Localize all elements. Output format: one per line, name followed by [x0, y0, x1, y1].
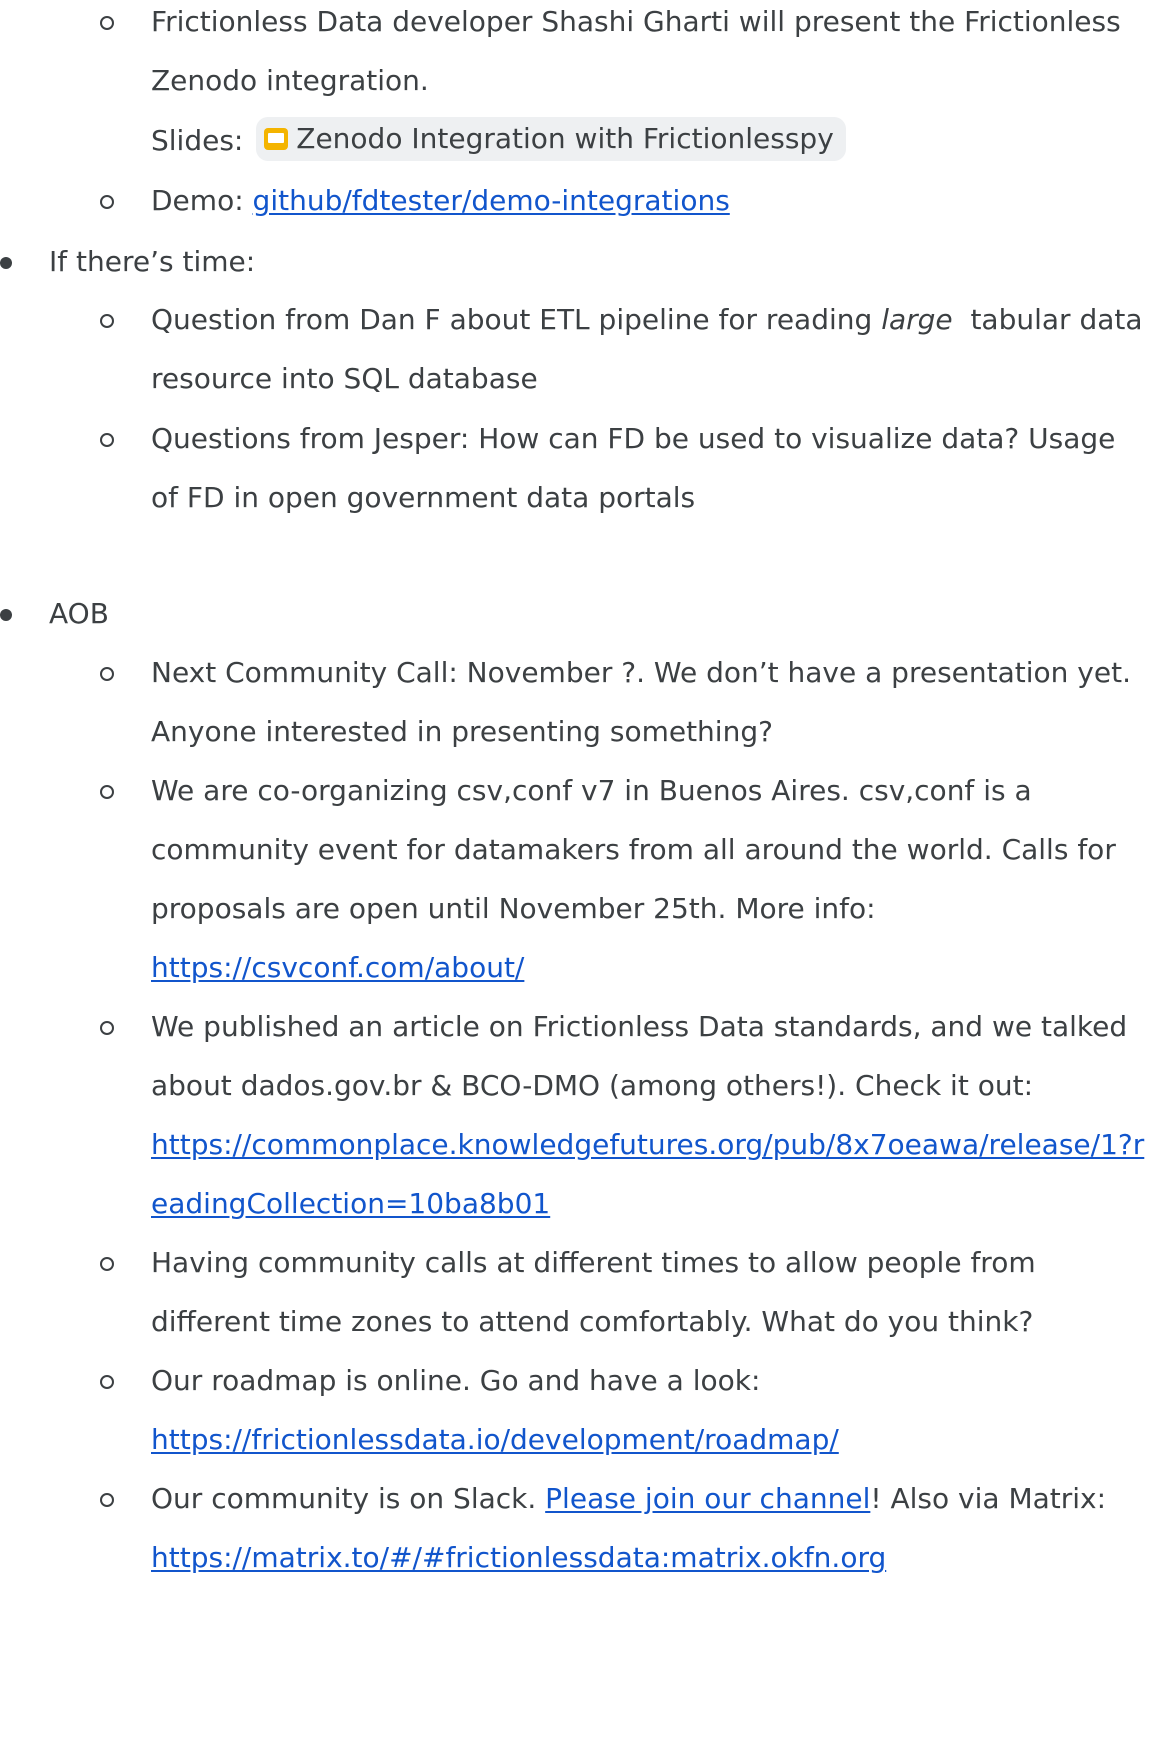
- google-slides-icon: [264, 128, 289, 150]
- slides-label: Slides:: [151, 124, 244, 157]
- list-bullet: [100, 1009, 114, 1049]
- list-item-text: eadingCollection=10ba8b01: [151, 1184, 550, 1224]
- list-item-text: different time zones to attend comfortab…: [151, 1305, 1034, 1338]
- article-link[interactable]: https://commonplace.knowledgefutures.org…: [151, 1128, 1144, 1161]
- roadmap-link[interactable]: https://frictionlessdata.io/development/…: [151, 1423, 839, 1456]
- list-item-text: Frictionless Data developer Shashi Ghart…: [151, 5, 1121, 38]
- list-item-text: Next Community Call: November ?. We don’…: [151, 656, 1131, 689]
- list-item-text: https://commonplace.knowledgefutures.org…: [151, 1125, 1144, 1165]
- text-span: Question from Dan F about ETL pipeline f…: [151, 303, 882, 336]
- list-bullet: [100, 1245, 114, 1285]
- article-link-continued[interactable]: eadingCollection=10ba8b01: [151, 1187, 550, 1220]
- list-item-text: https://frictionlessdata.io/development/…: [151, 1420, 839, 1460]
- list-item-text: Anyone interested in presenting somethin…: [151, 715, 773, 748]
- list-bullet: [0, 244, 12, 284]
- list-bullet: [0, 596, 12, 636]
- text-span: Our community is on Slack.: [151, 1482, 546, 1515]
- list-bullet: [100, 302, 114, 342]
- list-item-text: about dados.gov.br & BCO-DMO (among othe…: [151, 1069, 1033, 1102]
- slides-smart-chip[interactable]: Zenodo Integration with Frictionlesspy: [256, 117, 846, 161]
- list-item-text: If there’s time:: [49, 245, 256, 278]
- list-bullet: [100, 655, 114, 695]
- slack-channel-link[interactable]: Please join our channel: [545, 1482, 870, 1515]
- list-item-text: https://matrix.to/#/#frictionlessdata:ma…: [151, 1538, 886, 1578]
- list-bullet: [100, 1481, 114, 1521]
- list-bullet: [100, 1363, 114, 1403]
- demo-link[interactable]: github/fdtester/demo-integrations: [253, 184, 730, 217]
- slides-row: Slides: Zenodo Integration with Friction…: [151, 117, 846, 161]
- list-item-text: resource into SQL database: [151, 362, 538, 395]
- list-item-text: We published an article on Frictionless …: [151, 1010, 1128, 1043]
- emphasis-text: large: [881, 303, 953, 336]
- list-item-text: Our roadmap is online. Go and have a loo…: [151, 1364, 761, 1397]
- text-span: tabular data: [952, 303, 1143, 336]
- demo-label: Demo:: [151, 184, 244, 217]
- list-item-text: community event for datamakers from all …: [151, 833, 1116, 866]
- list-item-text: of FD in open government data portals: [151, 481, 696, 514]
- list-item-text: Question from Dan F about ETL pipeline f…: [151, 300, 1143, 340]
- list-bullet: [100, 183, 114, 223]
- list-item-text: We are co-organizing csv,conf v7 in Buen…: [151, 774, 1032, 807]
- list-item-text: Questions from Jesper: How can FD be use…: [151, 422, 1116, 455]
- list-bullet: [100, 421, 114, 461]
- list-item-text: AOB: [49, 597, 109, 630]
- csvconf-link[interactable]: https://csvconf.com/about/: [151, 951, 524, 984]
- list-bullet: [100, 4, 114, 44]
- slides-chip-label: Zenodo Integration with Frictionlesspy: [296, 122, 834, 155]
- list-item-text: Our community is on Slack. Please join o…: [151, 1479, 1106, 1519]
- list-item-text: proposals are open until November 25th. …: [151, 892, 876, 925]
- list-item-text: https://csvconf.com/about/: [151, 948, 524, 988]
- list-item-text: Having community calls at different time…: [151, 1246, 1036, 1279]
- list-item-text: Zenodo integration.: [151, 64, 429, 97]
- list-bullet: [100, 773, 114, 813]
- list-item-text: Demo: github/fdtester/demo-integrations: [151, 181, 730, 221]
- text-span: ! Also via Matrix:: [870, 1482, 1107, 1515]
- matrix-link[interactable]: https://matrix.to/#/#frictionlessdata:ma…: [151, 1541, 886, 1574]
